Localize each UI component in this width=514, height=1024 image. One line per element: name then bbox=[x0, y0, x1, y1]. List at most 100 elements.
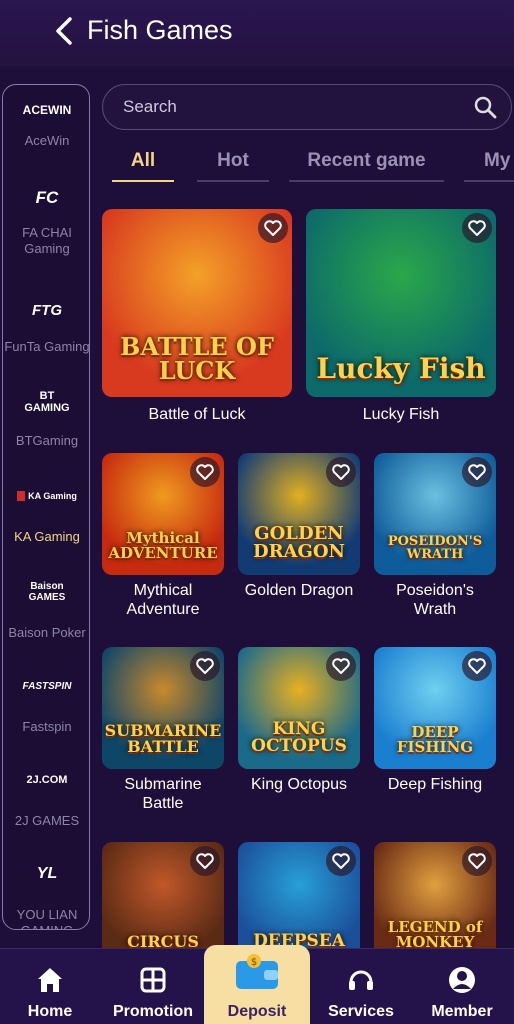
game-thumbnail[interactable]: CIRCUS bbox=[102, 842, 224, 964]
game-art-title: SUBMARINE BATTLE bbox=[104, 721, 222, 756]
game-name[interactable]: King Octopus bbox=[238, 775, 360, 794]
wallet-icon: $ bbox=[236, 954, 278, 989]
game-name[interactable]: Mythical Adventure bbox=[102, 581, 224, 619]
search-input[interactable]: Search bbox=[123, 97, 177, 117]
tab-underline bbox=[464, 180, 514, 182]
game-card[interactable]: Mythical ADVENTURE Mythical Adventure bbox=[102, 453, 224, 621]
game-name[interactable]: Submarine Battle bbox=[102, 775, 224, 813]
tab-underline bbox=[112, 180, 174, 182]
tab-recent-game[interactable]: Recent game bbox=[289, 150, 444, 182]
tab-hot[interactable]: Hot bbox=[197, 150, 269, 182]
home-icon bbox=[38, 968, 62, 992]
game-name[interactable]: Lucky Fish bbox=[306, 405, 496, 424]
headset-icon bbox=[349, 970, 373, 990]
svg-text:$: $ bbox=[251, 957, 257, 968]
provider-btgaming[interactable]: BT GAMING BTGaming bbox=[3, 387, 89, 449]
baison-logo-icon: Baison GAMES bbox=[28, 581, 66, 603]
tab-my[interactable]: My bbox=[464, 150, 514, 182]
game-name[interactable]: Poseidon's Wrath bbox=[374, 581, 496, 619]
fachai-logo-icon: FC bbox=[35, 188, 59, 207]
provider-label: Baison Poker bbox=[8, 625, 86, 640]
provider-funta[interactable]: FTG FunTa Gaming bbox=[3, 295, 90, 355]
game-card[interactable]: GOLDEN DRAGON Golden Dragon bbox=[238, 453, 360, 621]
nav-member[interactable]: Member bbox=[414, 949, 510, 1024]
game-card[interactable]: SUBMARINE BATTLE Submarine Battle bbox=[102, 647, 224, 815]
game-thumbnail[interactable]: POSEIDON'S WRATH bbox=[374, 453, 496, 575]
game-card[interactable]: Lucky Fish Lucky Fish bbox=[306, 209, 496, 445]
provider-sidebar: ACEWIN AceWin FC FA CHAI Gaming FTG FunT… bbox=[2, 84, 90, 930]
game-name[interactable]: Battle of Luck bbox=[102, 405, 292, 424]
provider-label: FA CHAI Gaming bbox=[22, 225, 72, 256]
game-card[interactable]: KING OCTOPUS King Octopus bbox=[238, 647, 360, 815]
tab-label: Recent game bbox=[307, 150, 426, 171]
game-card[interactable]: BATTLE OF LUCK Battle of Luck bbox=[102, 209, 292, 445]
favorite-heart-icon[interactable] bbox=[462, 457, 492, 487]
game-name[interactable]: Golden Dragon bbox=[238, 581, 360, 600]
favorite-heart-icon[interactable] bbox=[326, 457, 356, 487]
nav-deposit[interactable]: $ Deposit bbox=[204, 945, 310, 1024]
tab-label: My bbox=[484, 150, 511, 171]
gift-icon bbox=[140, 967, 166, 993]
favorite-heart-icon[interactable] bbox=[190, 651, 220, 681]
category-tabs: All Hot Recent game My bbox=[102, 144, 514, 184]
youlian-logo-icon: YL bbox=[36, 865, 58, 882]
provider-youlian[interactable]: YL YOU LIAN GAMING bbox=[3, 859, 89, 929]
game-art-title: KING OCTOPUS bbox=[251, 719, 347, 756]
game-name[interactable]: Deep Fishing bbox=[374, 775, 496, 794]
favorite-heart-icon[interactable] bbox=[190, 846, 220, 876]
nav-promotion[interactable]: Promotion bbox=[102, 949, 204, 1024]
game-thumbnail[interactable]: KING OCTOPUS bbox=[238, 647, 360, 769]
tab-label: All bbox=[130, 150, 156, 171]
game-art-title: GOLDEN DRAGON bbox=[252, 523, 346, 562]
provider-acewin[interactable]: ACEWIN AceWin bbox=[3, 95, 89, 149]
game-art-title: POSEIDON'S WRATH bbox=[387, 534, 483, 562]
nav-label: Promotion bbox=[113, 1003, 193, 1020]
nav-label: Member bbox=[431, 1003, 493, 1020]
favorite-heart-icon[interactable] bbox=[326, 846, 356, 876]
tab-all[interactable]: All bbox=[112, 150, 174, 182]
favorite-heart-icon[interactable] bbox=[190, 457, 220, 487]
favorite-heart-icon[interactable] bbox=[462, 651, 492, 681]
game-art-title: BATTLE OF LUCK bbox=[120, 332, 274, 385]
game-thumbnail[interactable]: BATTLE OF LUCK bbox=[102, 209, 292, 397]
tab-label: Hot bbox=[217, 150, 249, 171]
game-art-title: Mythical ADVENTURE bbox=[108, 529, 218, 562]
provider-label: KA Gaming bbox=[14, 529, 80, 544]
game-card[interactable]: POSEIDON'S WRATH Poseidon's Wrath bbox=[374, 453, 496, 621]
provider-2jgames[interactable]: 2J.COM 2J GAMES bbox=[3, 765, 89, 829]
nav-home[interactable]: Home bbox=[2, 949, 98, 1024]
favorite-heart-icon[interactable] bbox=[258, 213, 288, 243]
back-arrow-icon[interactable] bbox=[52, 16, 78, 46]
tab-underline bbox=[289, 180, 444, 182]
game-thumbnail[interactable]: Lucky Fish bbox=[306, 209, 496, 397]
game-art-title: DEEP FISHING bbox=[396, 723, 474, 756]
fastspin-logo-icon: FASTSPIN bbox=[22, 680, 72, 692]
provider-label: AceWin bbox=[24, 133, 70, 148]
game-art-title: Lucky Fish bbox=[316, 352, 486, 385]
provider-label: YOU LIAN GAMING bbox=[16, 907, 78, 929]
favorite-heart-icon[interactable] bbox=[326, 651, 356, 681]
tab-underline bbox=[197, 180, 269, 182]
acewin-logo-icon: ACEWIN bbox=[22, 103, 72, 117]
btgaming-logo-icon: BT GAMING bbox=[24, 390, 70, 414]
search-bar[interactable]: Search bbox=[102, 84, 512, 130]
game-card[interactable]: DEEP FISHING Deep Fishing bbox=[374, 647, 496, 815]
game-thumbnail[interactable]: Mythical ADVENTURE bbox=[102, 453, 224, 575]
nav-services[interactable]: Services bbox=[312, 949, 410, 1024]
favorite-heart-icon[interactable] bbox=[462, 213, 492, 243]
ftg-logo-icon: FTG bbox=[32, 301, 62, 319]
provider-kagaming[interactable]: KA Gaming KA Gaming bbox=[3, 481, 89, 545]
game-thumbnail[interactable]: LEGEND of MONKEY bbox=[374, 842, 496, 964]
game-thumbnail[interactable]: DEEP FISHING bbox=[374, 647, 496, 769]
provider-label: FunTa Gaming bbox=[4, 339, 90, 354]
provider-label: Fastspin bbox=[22, 719, 72, 734]
game-thumbnail[interactable]: SUBMARINE BATTLE bbox=[102, 647, 224, 769]
provider-fastspin[interactable]: FASTSPIN Fastspin bbox=[3, 671, 89, 735]
search-icon[interactable] bbox=[473, 95, 497, 119]
game-thumbnail[interactable]: GOLDEN DRAGON bbox=[238, 453, 360, 575]
2j-logo-icon: 2J.COM bbox=[26, 774, 68, 786]
favorite-heart-icon[interactable] bbox=[462, 846, 492, 876]
provider-fachai[interactable]: FC FA CHAI Gaming bbox=[3, 183, 89, 257]
provider-baison[interactable]: Baison GAMES Baison Poker bbox=[3, 577, 89, 641]
provider-label: 2J GAMES bbox=[14, 813, 80, 828]
